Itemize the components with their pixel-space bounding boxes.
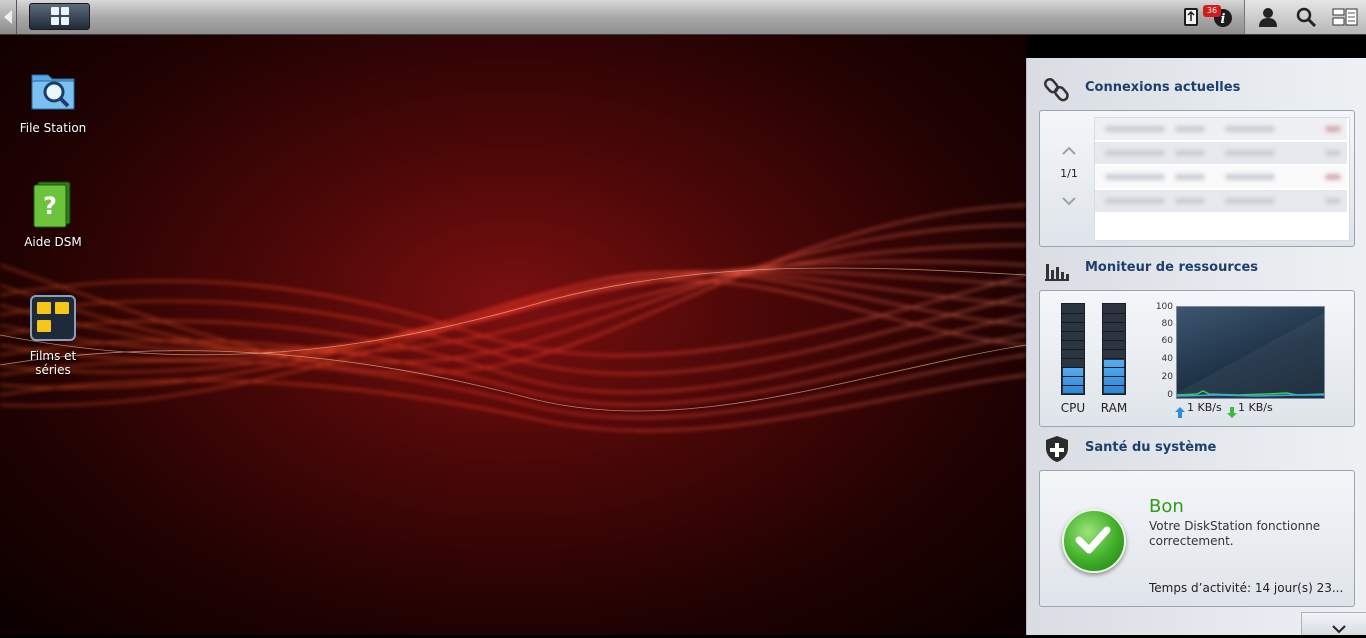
connections-widget-title: Connexions actuelles: [1085, 80, 1241, 95]
ram-meter: [1102, 303, 1126, 395]
y-tick-label: 80: [1161, 319, 1173, 329]
meter-segment-divider: [1103, 340, 1125, 341]
widget-panel-header-strip: [1026, 35, 1366, 58]
desktop-icon-label: File Station: [19, 121, 87, 135]
svg-text:?: ?: [43, 192, 57, 220]
desktop-icon-aide-dsm[interactable]: ? Aide DSM: [5, 179, 101, 249]
y-tick-label: 20: [1161, 372, 1173, 382]
health-status: Bon: [1149, 496, 1184, 517]
shield-icon: [1043, 435, 1071, 463]
connections-page-indicator: 1/1: [1060, 167, 1078, 180]
wallpaper-light-waves: [0, 204, 1026, 432]
y-tick-label: 100: [1155, 302, 1173, 312]
help-book-icon: ?: [28, 179, 78, 229]
check-icon: [1062, 509, 1126, 573]
meter-segment-divider: [1103, 349, 1125, 350]
link-icon: [1043, 76, 1071, 104]
connections-widget: 1/1: [1039, 110, 1355, 247]
desktop-icon-films-series[interactable]: Films et séries: [5, 293, 101, 377]
meter-segment-divider: [1062, 367, 1084, 368]
y-tick-label: 0: [1167, 390, 1173, 400]
health-message: Votre DiskStation fonctionne correctemen…: [1149, 519, 1321, 548]
meter-segment-divider: [1062, 340, 1084, 341]
cpu-meter-fill: [1063, 367, 1083, 393]
svg-text:i: i: [1221, 12, 1226, 27]
user-icon[interactable]: [1257, 6, 1279, 28]
meter-segment-divider: [1103, 331, 1125, 332]
download-arrow-icon: [1227, 403, 1237, 422]
meter-segment-divider: [1062, 313, 1084, 314]
meter-segment-divider: [1062, 322, 1084, 323]
page-down-button[interactable]: [1062, 191, 1076, 206]
uptime-text: Temps d’activité: 14 jour(s) 23...: [1149, 581, 1344, 595]
y-tick-label: 40: [1161, 354, 1173, 364]
meter-segment-divider: [1103, 385, 1125, 386]
resource-monitor-widget: CPU RAM 100 80 60 40 20 0 1 KB/s 1 KB/s: [1039, 290, 1355, 427]
notification-badge: 36: [1203, 5, 1221, 17]
video-station-icon: [28, 293, 78, 343]
chevron-down-icon: [1332, 619, 1346, 638]
taskbar-right-group: [1244, 0, 1366, 34]
resource-monitor-icon: [1043, 256, 1071, 284]
meter-segment-divider: [1062, 349, 1084, 350]
connection-row[interactable]: [1095, 166, 1347, 188]
usb-icon[interactable]: [1181, 6, 1203, 28]
page-up-button[interactable]: [1062, 141, 1076, 155]
system-health-title: Santé du système: [1085, 440, 1217, 455]
widget-panel: Connexions actuelles 1/1 Moniteur de res…: [1026, 58, 1366, 635]
meter-segment-divider: [1103, 313, 1125, 314]
cpu-meter: [1061, 303, 1085, 395]
cpu-label: CPU: [1060, 401, 1086, 415]
widgets-icon[interactable]: [1332, 6, 1358, 28]
meter-segment-divider: [1062, 376, 1084, 377]
main-menu-button[interactable]: [29, 3, 90, 30]
connection-row[interactable]: [1095, 118, 1347, 140]
upload-speed: 1 KB/s: [1187, 401, 1222, 414]
search-icon[interactable]: [1295, 6, 1317, 28]
connections-list: [1094, 117, 1350, 241]
upload-arrow-icon: [1175, 403, 1185, 422]
meter-segment-divider: [1062, 385, 1084, 386]
meter-segment-divider: [1062, 358, 1084, 359]
meter-segment-divider: [1062, 331, 1084, 332]
meter-segment-divider: [1103, 376, 1125, 377]
desktop-icon-label: Films et séries: [29, 349, 77, 377]
desktop-icon-file-station[interactable]: File Station: [5, 65, 101, 135]
network-graph: [1176, 306, 1325, 399]
meter-segment-divider: [1103, 367, 1125, 368]
resource-monitor-title: Moniteur de ressources: [1085, 260, 1259, 275]
meter-segment-divider: [1103, 358, 1125, 359]
file-station-icon: [28, 65, 78, 115]
desktop-icon-label: Aide DSM: [24, 235, 82, 249]
system-health-widget: Bon Votre DiskStation fonctionne correct…: [1039, 470, 1355, 607]
y-tick-label: 60: [1161, 336, 1173, 346]
widget-panel-toggle-button[interactable]: [1301, 612, 1366, 635]
desktop[interactable]: File Station ? Aide DSM Films et séries: [0, 35, 1026, 635]
ram-label: RAM: [1100, 401, 1128, 415]
connection-row[interactable]: [1095, 190, 1347, 212]
download-speed: 1 KB/s: [1238, 401, 1273, 414]
taskbar-scroll-left-button[interactable]: [0, 0, 17, 34]
taskbar: i 36: [0, 0, 1366, 35]
meter-segment-divider: [1103, 322, 1125, 323]
connection-row[interactable]: [1095, 142, 1347, 164]
